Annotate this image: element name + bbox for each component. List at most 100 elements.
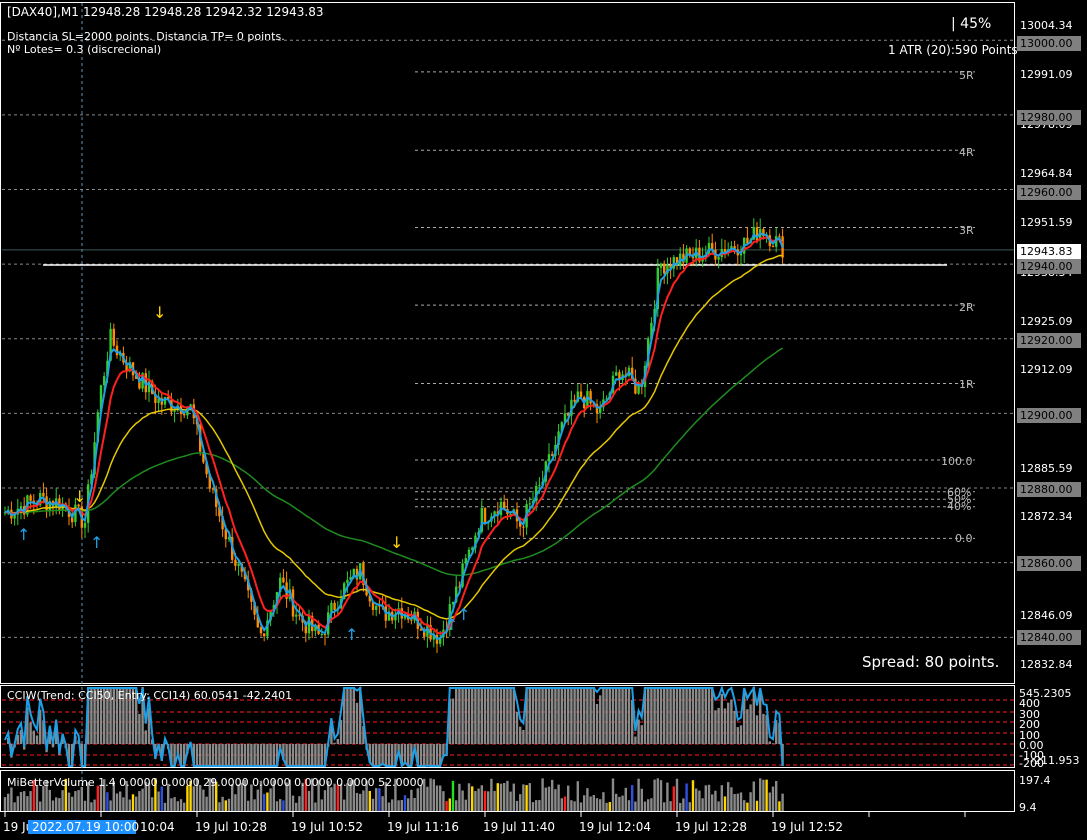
cci-histogram-bar — [426, 744, 429, 766]
volume-bar — [371, 798, 375, 811]
cci-histogram-bar — [458, 687, 461, 744]
volume-bar — [55, 797, 58, 811]
volume-bar — [202, 789, 205, 811]
volume-bar — [391, 799, 394, 811]
price-tick: 12925.09 — [1020, 315, 1073, 328]
price-chart-canvas[interactable]: ↓↓↓↑ ↑↑↑↑ — [0, 0, 1087, 840]
cci-histogram-bar — [771, 743, 775, 744]
volume-bar — [314, 802, 317, 811]
volume-bar — [663, 802, 666, 811]
volume-bar — [535, 800, 538, 811]
time-label: 19 Jul 11:16 — [387, 820, 459, 834]
spread-label: Spread: 80 points. — [862, 653, 1000, 671]
volume-bar — [538, 800, 541, 811]
volume-bar — [413, 797, 416, 811]
volume-bar — [778, 801, 781, 811]
volume-bar — [407, 798, 410, 811]
cci-histogram-bar — [509, 687, 512, 744]
price-tick: 12951.59 — [1020, 216, 1073, 229]
volume-bar — [682, 798, 685, 811]
price-tick: 13004.34 — [1020, 19, 1073, 32]
candle-body — [538, 485, 541, 487]
level-3r: 3R — [959, 224, 974, 237]
cci-histogram-bar — [429, 744, 432, 766]
cci-histogram-bar — [672, 687, 675, 744]
volume-bar — [451, 780, 455, 811]
volume-bar — [768, 792, 771, 811]
crosshair-time-label: 2022.07.19 10:00 — [28, 820, 139, 834]
volume-bar — [247, 800, 250, 811]
candle-body — [333, 602, 336, 610]
cci-histogram-bar — [451, 698, 455, 744]
candle-body — [739, 253, 743, 256]
candle-body — [330, 602, 333, 613]
ma-fast-line — [4, 231, 784, 641]
volume-bar — [61, 790, 64, 811]
volume-bar — [16, 796, 19, 811]
round-level-label: 13000.00 — [1017, 36, 1081, 51]
volume-bar — [359, 793, 362, 811]
cci-histogram-bar — [615, 687, 618, 744]
buy-arrow-icon: ↑ — [457, 605, 470, 624]
volume-bar — [746, 802, 749, 811]
lots-info: Nº Lotes= 0.3 (discrecional) — [7, 43, 162, 56]
volume-bar — [266, 792, 269, 811]
cci-histogram-bar — [35, 735, 39, 744]
volume-bar — [10, 787, 13, 811]
cci-histogram-bar — [419, 744, 423, 766]
volume-bar — [77, 790, 80, 811]
volume-bar — [666, 782, 669, 811]
cci-histogram-bar — [32, 730, 35, 744]
cci-histogram-bar — [522, 730, 525, 744]
volume-bar — [506, 780, 509, 811]
volume-bar — [253, 799, 256, 811]
volume-bar — [282, 800, 285, 811]
cci-histogram-bar — [384, 744, 387, 766]
cci-histogram-bar — [243, 744, 247, 766]
volume-bar — [621, 795, 624, 811]
candle-body — [103, 376, 106, 386]
cci-histogram-bar — [224, 744, 227, 766]
volume-bar — [605, 802, 608, 811]
volume-bar — [173, 797, 176, 811]
cci-histogram-bar — [333, 742, 336, 744]
cci-histogram-bar — [496, 687, 499, 744]
volume-bar — [234, 794, 237, 811]
volume-bar — [122, 797, 125, 811]
volume-bar — [227, 798, 231, 811]
volume-bar — [528, 783, 531, 811]
volume-bar — [426, 786, 429, 811]
volume-bar — [461, 790, 464, 811]
fib-100: 100.0 — [941, 455, 973, 468]
cci-histogram-bar — [720, 693, 723, 744]
volume-bar — [19, 791, 23, 811]
volume-title: MiBetterVolume 1.4 0.0000 0.0000 29.0000… — [7, 776, 424, 789]
volume-bar — [58, 798, 61, 811]
cci-histogram-bar — [240, 744, 243, 766]
cci-histogram-bar — [659, 687, 663, 744]
level-1r: 1R — [959, 378, 974, 391]
cci-histogram-bar — [567, 687, 570, 744]
candle-body — [771, 246, 775, 248]
cci-histogram-bar — [483, 687, 487, 744]
volume-bar — [39, 801, 42, 811]
round-level-label: 12960.00 — [1017, 185, 1081, 200]
price-tick: 12912.09 — [1020, 363, 1073, 376]
candle-body — [346, 579, 349, 584]
cci-histogram-bar — [301, 744, 304, 766]
volume-bar — [74, 791, 77, 811]
ma-mid-line — [4, 236, 784, 635]
cci-histogram-bar — [749, 704, 752, 744]
volume-bar — [205, 796, 208, 811]
cci-histogram-bar — [586, 687, 589, 744]
buy-arrow-icon: ↑ — [90, 533, 103, 552]
cci-histogram-bar — [199, 744, 202, 766]
candle-body — [320, 633, 323, 635]
cci-histogram-bar — [739, 725, 743, 744]
candle-body — [42, 492, 45, 497]
cci-histogram-bar — [547, 687, 551, 744]
cci-histogram-bar — [349, 687, 352, 744]
volume-bar — [151, 797, 154, 811]
volume-bar — [771, 786, 775, 811]
time-label: 19 Jul 12:28 — [675, 820, 747, 834]
